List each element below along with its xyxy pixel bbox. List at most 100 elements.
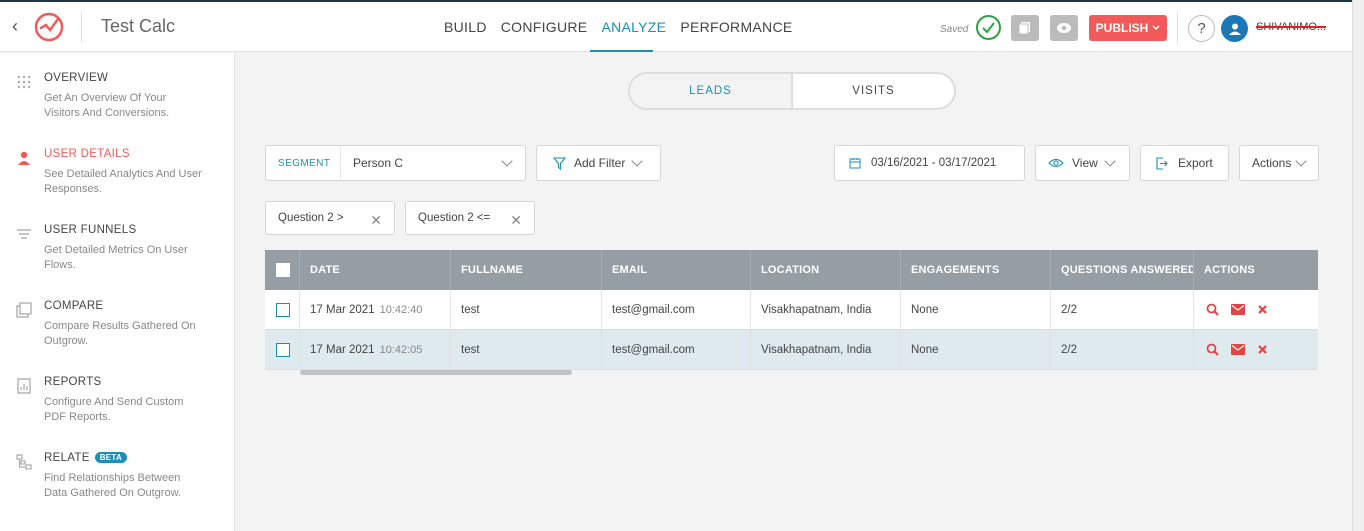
table-row[interactable]: 17 Mar 2021 10:42:40 test test@gmail.com … — [265, 290, 1318, 330]
sidebar-item-title: OVERVIEW — [44, 72, 109, 84]
user-icon — [18, 151, 30, 165]
engagements-cell: None — [901, 290, 1051, 329]
fullname-cell: test — [451, 290, 602, 329]
compare-icon — [16, 302, 32, 318]
leads-visits-toggle: LEADS VISITS — [628, 72, 956, 110]
main-nav: BUILD CONFIGURE ANALYZE PERFORMANCE — [444, 19, 793, 35]
avatar[interactable] — [1221, 15, 1248, 42]
sidebar-item-title: USER FUNNELS — [44, 224, 137, 236]
view-label: View — [1072, 156, 1098, 170]
actions-label: Actions — [1252, 156, 1292, 170]
publish-button[interactable]: PUBLISH — [1089, 15, 1167, 41]
close-icon[interactable]: ✕ — [370, 212, 382, 229]
eye-icon — [1048, 158, 1064, 168]
funnel-lines-icon — [17, 229, 31, 239]
chevron-down-icon — [631, 155, 644, 167]
date-range-picker[interactable]: 03/16/2021 - 03/17/2021 — [834, 145, 1025, 181]
select-all-cell — [265, 250, 300, 290]
leads-table: DATE FULLNAME EMAIL LOCATION ENGAGEMENTS… — [265, 250, 1318, 370]
segment-select[interactable]: SEGMENT Person C — [265, 145, 526, 181]
divider — [81, 12, 82, 42]
select-all-checkbox[interactable] — [276, 263, 290, 277]
sidebar-item-user-details[interactable]: USER DETAILS See Detailed Analytics And … — [0, 148, 234, 218]
date-range-value: 03/16/2021 - 03/17/2021 — [871, 157, 997, 169]
mail-icon[interactable] — [1231, 344, 1245, 355]
sidebar-item-desc: Get Detailed Metrics On User Flows. — [44, 244, 188, 271]
chevron-down-icon — [501, 155, 513, 167]
sidebar-item-user-funnels[interactable]: USER FUNNELS Get Detailed Metrics On Use… — [0, 224, 234, 294]
email-cell: test@gmail.com — [602, 290, 751, 329]
divider — [1177, 12, 1178, 44]
column-header-location[interactable]: LOCATION — [751, 250, 901, 290]
row-checkbox[interactable] — [276, 302, 290, 317]
preview-button[interactable] — [1050, 15, 1078, 41]
export-button[interactable]: Export — [1140, 145, 1229, 181]
sidebar-item-reports[interactable]: REPORTS Configure And Send Custom PDF Re… — [0, 376, 234, 446]
table-horizontal-scrollbar[interactable] — [300, 370, 572, 375]
sidebar: OVERVIEW Get An Overview Of Your Visitor… — [0, 53, 235, 531]
tab-visits[interactable]: VISITS — [793, 74, 954, 108]
sidebar-item-title: COMPARE — [44, 300, 104, 312]
row-select-cell — [265, 290, 300, 329]
search-icon[interactable] — [1206, 303, 1219, 316]
segment-value: Person C — [340, 146, 525, 180]
outgrow-logo-icon[interactable] — [33, 11, 65, 43]
column-header-fullname[interactable]: FULLNAME — [451, 250, 602, 290]
saved-status: Saved — [940, 24, 969, 35]
date-cell: 17 Mar 2021 10:42:05 — [300, 330, 451, 369]
column-header-date[interactable]: DATE — [300, 250, 451, 290]
delete-icon[interactable] — [1257, 344, 1268, 355]
sidebar-item-desc: Find Relationships Between Data Gathered… — [44, 472, 181, 499]
publish-label: PUBLISH — [1095, 21, 1149, 35]
location-cell: Visakhapatnam, India — [751, 330, 901, 369]
nav-active-indicator — [590, 50, 653, 52]
copy-icon — [1018, 22, 1030, 35]
table-header: DATE FULLNAME EMAIL LOCATION ENGAGEMENTS… — [265, 250, 1318, 290]
date-value: 17 Mar 2021 — [310, 343, 375, 356]
actions-dropdown[interactable]: Actions — [1239, 145, 1319, 181]
tab-leads[interactable]: LEADS — [630, 74, 793, 108]
nav-build[interactable]: BUILD — [444, 19, 487, 35]
back-arrow-icon[interactable]: ‹ — [12, 16, 18, 37]
view-dropdown[interactable]: View — [1035, 145, 1130, 181]
sidebar-item-desc: Configure And Send Custom PDF Reports. — [44, 396, 184, 423]
table-row[interactable]: 17 Mar 2021 10:42:05 test test@gmail.com … — [265, 330, 1318, 370]
segment-value-text: Person C — [353, 156, 404, 170]
copy-button[interactable] — [1011, 15, 1039, 41]
export-label: Export — [1178, 156, 1213, 170]
filter-chip[interactable]: Question 2 > ✕ — [265, 201, 395, 235]
row-actions-cell — [1194, 330, 1318, 369]
column-header-email[interactable]: EMAIL — [602, 250, 751, 290]
questions-answered-cell: 2/2 — [1051, 330, 1194, 369]
sidebar-item-relate[interactable]: RELATE BETA Find Relationships Between Da… — [0, 452, 234, 522]
column-header-engagements[interactable]: ENGAGEMENTS — [901, 250, 1051, 290]
nav-analyze[interactable]: ANALYZE — [601, 19, 666, 35]
nav-performance[interactable]: PERFORMANCE — [680, 19, 792, 35]
sidebar-item-compare[interactable]: COMPARE Compare Results Gathered On Outg… — [0, 300, 234, 370]
calendar-icon — [849, 158, 861, 169]
nav-configure[interactable]: CONFIGURE — [501, 19, 588, 35]
engagements-cell: None — [901, 330, 1051, 369]
questions-answered-cell: 2/2 — [1051, 290, 1194, 329]
search-icon[interactable] — [1206, 343, 1219, 356]
page-scrollbar[interactable] — [1352, 0, 1364, 531]
filter-icon — [553, 156, 566, 170]
beta-badge: BETA — [94, 452, 128, 463]
close-icon[interactable]: ✕ — [510, 212, 522, 229]
column-header-actions: ACTIONS — [1204, 264, 1255, 276]
sidebar-item-title: RELATE — [44, 452, 90, 464]
add-filter-button[interactable]: Add Filter — [536, 145, 661, 181]
mail-icon[interactable] — [1231, 304, 1245, 315]
username[interactable]: SHIVANIMO... — [1256, 21, 1326, 33]
column-header-questions-answered[interactable]: QUESTIONS ANSWERED — [1051, 250, 1194, 290]
sidebar-item-title: USER DETAILS — [44, 148, 130, 160]
date-value: 17 Mar 2021 — [310, 303, 375, 316]
help-button[interactable]: ? — [1188, 15, 1215, 42]
app-title: Test Calc — [101, 16, 176, 36]
filter-chip[interactable]: Question 2 <= ✕ — [405, 201, 535, 235]
delete-icon[interactable] — [1257, 304, 1268, 315]
row-checkbox[interactable] — [276, 342, 290, 357]
segment-label: SEGMENT — [278, 157, 331, 169]
sidebar-item-overview[interactable]: OVERVIEW Get An Overview Of Your Visitor… — [0, 72, 234, 142]
location-cell: Visakhapatnam, India — [751, 290, 901, 329]
